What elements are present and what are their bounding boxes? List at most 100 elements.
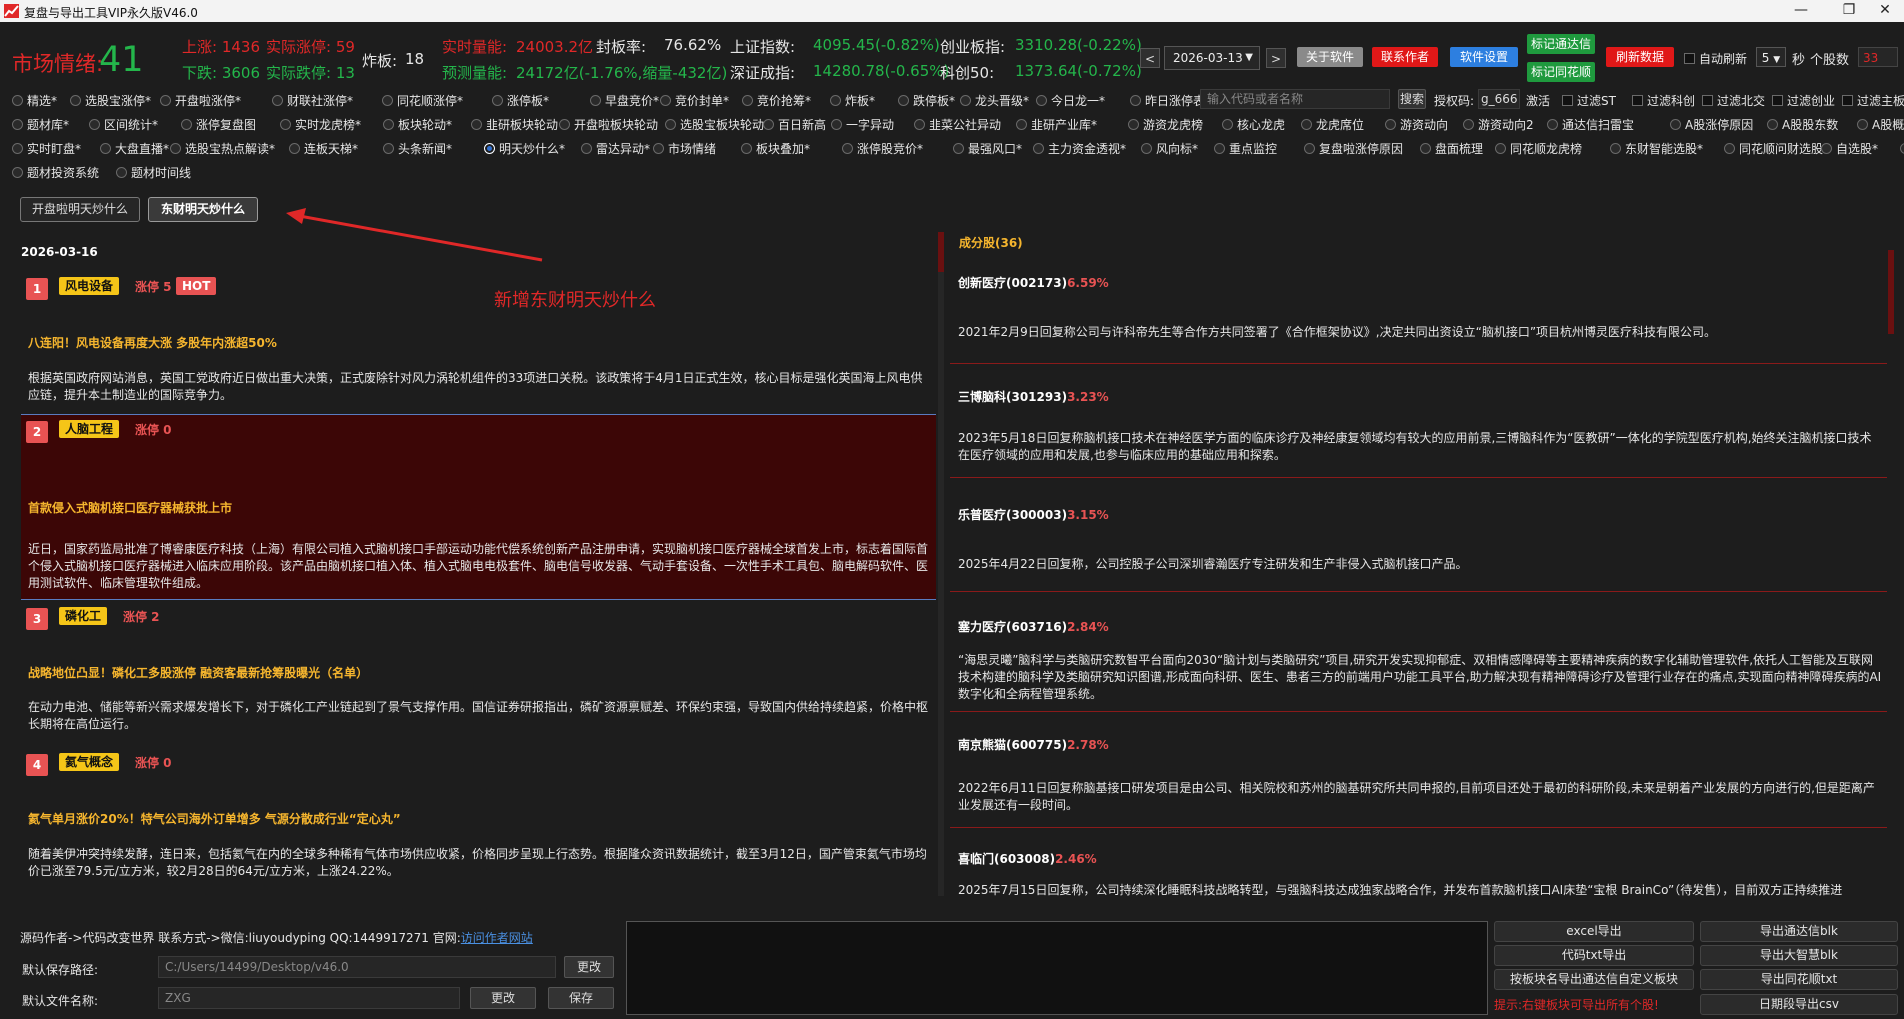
option-row2-10[interactable]: 韭菜公社异动 bbox=[914, 116, 1001, 133]
option-row3-18[interactable]: 同花顺问财选股* bbox=[1724, 140, 1829, 157]
option-row1-4[interactable]: 同花顺涨停* bbox=[382, 92, 463, 109]
option-row2-0[interactable]: 题材库* bbox=[12, 116, 69, 133]
auto-refresh-checkbox[interactable]: 自动刷新 bbox=[1684, 50, 1747, 67]
option-row3-4[interactable]: 头条新闻* bbox=[383, 140, 452, 157]
news-card-3[interactable]: 3 磷化工 涨停 2 战略地位凸显！磷化工多股涨停 融资客最新抢筹股曝光（名单）… bbox=[21, 606, 936, 746]
option-row1-0[interactable]: 精选* bbox=[12, 92, 57, 109]
option-row3-3[interactable]: 连板天梯* bbox=[289, 140, 358, 157]
option-row1-3[interactable]: 财联社涨停* bbox=[272, 92, 353, 109]
change-name-button[interactable]: 更改 bbox=[470, 987, 536, 1009]
change-path-button[interactable]: 更改 bbox=[564, 956, 614, 978]
option-row2-17[interactable]: 通达信扫雷宝 bbox=[1547, 116, 1634, 133]
interval-select[interactable]: 5 ▼ bbox=[1756, 47, 1786, 67]
option-row2-7[interactable]: 选股宝板块轮动* bbox=[665, 116, 770, 133]
option-row3-5[interactable]: 明天炒什么* bbox=[484, 140, 565, 157]
author-website-link[interactable]: 访问作者网站 bbox=[461, 931, 533, 945]
option-row1-8[interactable]: 竞价抢筹* bbox=[742, 92, 811, 109]
option-row3-16[interactable]: 同花顺龙虎榜 bbox=[1495, 140, 1582, 157]
option-row3-15[interactable]: 盘面梳理 bbox=[1420, 140, 1483, 157]
ths-txt-export-button[interactable]: 导出同花顺txt bbox=[1700, 969, 1898, 990]
option-row4-1[interactable]: 题材时间线 bbox=[116, 164, 191, 181]
tdx-blk-export-button[interactable]: 导出通达信blk bbox=[1700, 921, 1898, 942]
news-card-4[interactable]: 4 氦气概念 涨停 0 氦气单月涨价20%！特气公司海外订单增多 气源分散成行业… bbox=[21, 752, 936, 892]
option-row3-20[interactable]: 投资日历* bbox=[1900, 140, 1904, 157]
date-csv-export-button[interactable]: 日期段导出csv bbox=[1700, 994, 1898, 1015]
settings-button[interactable]: 软件设置 bbox=[1450, 47, 1518, 67]
stock-item-4[interactable]: 塞力医疗(603716)2.84% “海思灵曦”脑科学与类脑研究数智平台面向20… bbox=[950, 594, 1887, 712]
stock-item-5[interactable]: 南京熊猫(600775)2.78% 2022年6月11日回复称脑基接口研发项目是… bbox=[950, 714, 1887, 828]
filter-checkbox-2[interactable]: 过滤北交 bbox=[1702, 92, 1765, 109]
option-row2-11[interactable]: 韭研产业库* bbox=[1016, 116, 1097, 133]
option-row3-11[interactable]: 主力资金透视* bbox=[1033, 140, 1126, 157]
filter-checkbox-1[interactable]: 过滤科创 bbox=[1632, 92, 1695, 109]
option-row3-14[interactable]: 复盘啦涨停原因 bbox=[1304, 140, 1403, 157]
option-row2-15[interactable]: 游资动向 bbox=[1385, 116, 1448, 133]
filter-checkbox-3[interactable]: 过滤创业 bbox=[1772, 92, 1835, 109]
option-row2-1[interactable]: 区间统计* bbox=[89, 116, 158, 133]
stock-item-6[interactable]: 喜临门(603008)2.46% 2025年7月15日回复称，公司持续深化睡眠科… bbox=[950, 830, 1887, 896]
splitter-handle[interactable] bbox=[938, 232, 944, 272]
filter-checkbox-4[interactable]: 过滤主板 bbox=[1842, 92, 1904, 109]
dzh-blk-export-button[interactable]: 导出大智慧blk bbox=[1700, 945, 1898, 966]
tab-dc-tomorrow[interactable]: 东财明天炒什么 bbox=[148, 197, 258, 222]
date-picker[interactable]: 2026-03-13 ▼ bbox=[1164, 46, 1260, 70]
option-row2-16[interactable]: 游资动向2 bbox=[1463, 116, 1534, 133]
stock-item-3[interactable]: 乐普医疗(300003)3.15% 2025年4月22日回复称，公司控股子公司深… bbox=[950, 480, 1887, 592]
about-button[interactable]: 关于软件 bbox=[1297, 47, 1363, 67]
option-row3-1[interactable]: 大盘直播* bbox=[100, 140, 169, 157]
option-row1-10[interactable]: 跌停板* bbox=[898, 92, 955, 109]
option-row2-12[interactable]: 游资龙虎榜 bbox=[1128, 116, 1203, 133]
news-card-1[interactable]: 1 风电设备 涨停 5 HOT 八连阳！风电设备再度大涨 多股年内涨超50% 根… bbox=[21, 272, 936, 412]
option-row3-7[interactable]: 市场情绪 bbox=[653, 140, 716, 157]
option-row2-18[interactable]: A股涨停原因 bbox=[1670, 116, 1753, 133]
contact-button[interactable]: 联系作者 bbox=[1372, 47, 1438, 67]
option-row2-3[interactable]: 实时龙虎榜* bbox=[280, 116, 361, 133]
save-path-input[interactable]: C:/Users/14499/Desktop/v46.0 bbox=[158, 956, 556, 978]
option-row2-4[interactable]: 板块轮动* bbox=[383, 116, 452, 133]
option-row3-19[interactable]: 自选股* bbox=[1821, 140, 1878, 157]
option-row1-12[interactable]: 今日龙一* bbox=[1036, 92, 1105, 109]
minimize-icon[interactable]: — bbox=[1786, 2, 1816, 18]
scrollbar-thumb[interactable] bbox=[1888, 250, 1894, 334]
option-row1-6[interactable]: 早盘竞价* bbox=[590, 92, 659, 109]
prev-date-button[interactable]: < bbox=[1140, 48, 1160, 68]
save-button[interactable]: 保存 bbox=[548, 987, 614, 1009]
next-date-button[interactable]: > bbox=[1266, 48, 1286, 68]
option-row2-9[interactable]: 一字异动 bbox=[831, 116, 894, 133]
file-name-input[interactable]: ZXG bbox=[158, 987, 460, 1009]
option-row2-20[interactable]: A股概念板 bbox=[1857, 116, 1904, 133]
option-row1-1[interactable]: 选股宝涨停* bbox=[70, 92, 151, 109]
option-row2-19[interactable]: A股股东数 bbox=[1767, 116, 1838, 133]
stock-item-1[interactable]: 创新医疗(002173)6.59% 2021年2月9日回复称公司与许科帝先生等合… bbox=[950, 252, 1887, 364]
option-row3-9[interactable]: 涨停股竞价* bbox=[842, 140, 923, 157]
mark-tdx-button[interactable]: 标记通达信 bbox=[1527, 34, 1595, 54]
option-row3-2[interactable]: 选股宝热点解读* bbox=[170, 140, 275, 157]
option-row2-2[interactable]: 涨停复盘图 bbox=[181, 116, 256, 133]
option-row2-14[interactable]: 龙虎席位 bbox=[1301, 116, 1364, 133]
tab-kpl-tomorrow[interactable]: 开盘啦明天炒什么 bbox=[20, 197, 140, 222]
option-row1-11[interactable]: 龙头晋级* bbox=[960, 92, 1029, 109]
filter-checkbox-0[interactable]: 过滤ST bbox=[1562, 92, 1616, 109]
close-icon[interactable]: ✕ bbox=[1870, 2, 1900, 18]
code-txt-export-button[interactable]: 代码txt导出 bbox=[1494, 945, 1694, 966]
mark-ths-button[interactable]: 标记同花顺 bbox=[1527, 62, 1595, 82]
sector-tdx-export-button[interactable]: 按板块名导出通达信自定义板块 bbox=[1494, 969, 1694, 990]
count-input[interactable]: 33 bbox=[1858, 47, 1898, 67]
option-row3-0[interactable]: 实时盯盘* bbox=[12, 140, 81, 157]
option-row1-9[interactable]: 炸板* bbox=[830, 92, 875, 109]
activate-button[interactable]: 激活 bbox=[1526, 92, 1550, 109]
option-row3-13[interactable]: 重点监控 bbox=[1214, 140, 1277, 157]
news-card-2[interactable]: 2 人脑工程 涨停 0 首款侵入式脑机接口医疗器械获批上市 近日，国家药监局批准… bbox=[21, 414, 936, 600]
option-row3-8[interactable]: 板块叠加* bbox=[741, 140, 810, 157]
log-output[interactable] bbox=[626, 921, 1488, 1015]
option-row3-10[interactable]: 最强风口* bbox=[953, 140, 1022, 157]
option-row1-7[interactable]: 竞价封单* bbox=[660, 92, 729, 109]
splitter[interactable] bbox=[938, 232, 944, 896]
search-input[interactable]: 输入代码或者名称 bbox=[1200, 89, 1390, 109]
option-row1-2[interactable]: 开盘啦涨停* bbox=[160, 92, 241, 109]
option-row3-6[interactable]: 雷达异动* bbox=[581, 140, 650, 157]
option-row4-0[interactable]: 题材投资系统 bbox=[12, 164, 99, 181]
option-row2-13[interactable]: 核心龙虎 bbox=[1222, 116, 1285, 133]
option-row3-12[interactable]: 风向标* bbox=[1141, 140, 1198, 157]
excel-export-button[interactable]: excel导出 bbox=[1494, 921, 1694, 942]
